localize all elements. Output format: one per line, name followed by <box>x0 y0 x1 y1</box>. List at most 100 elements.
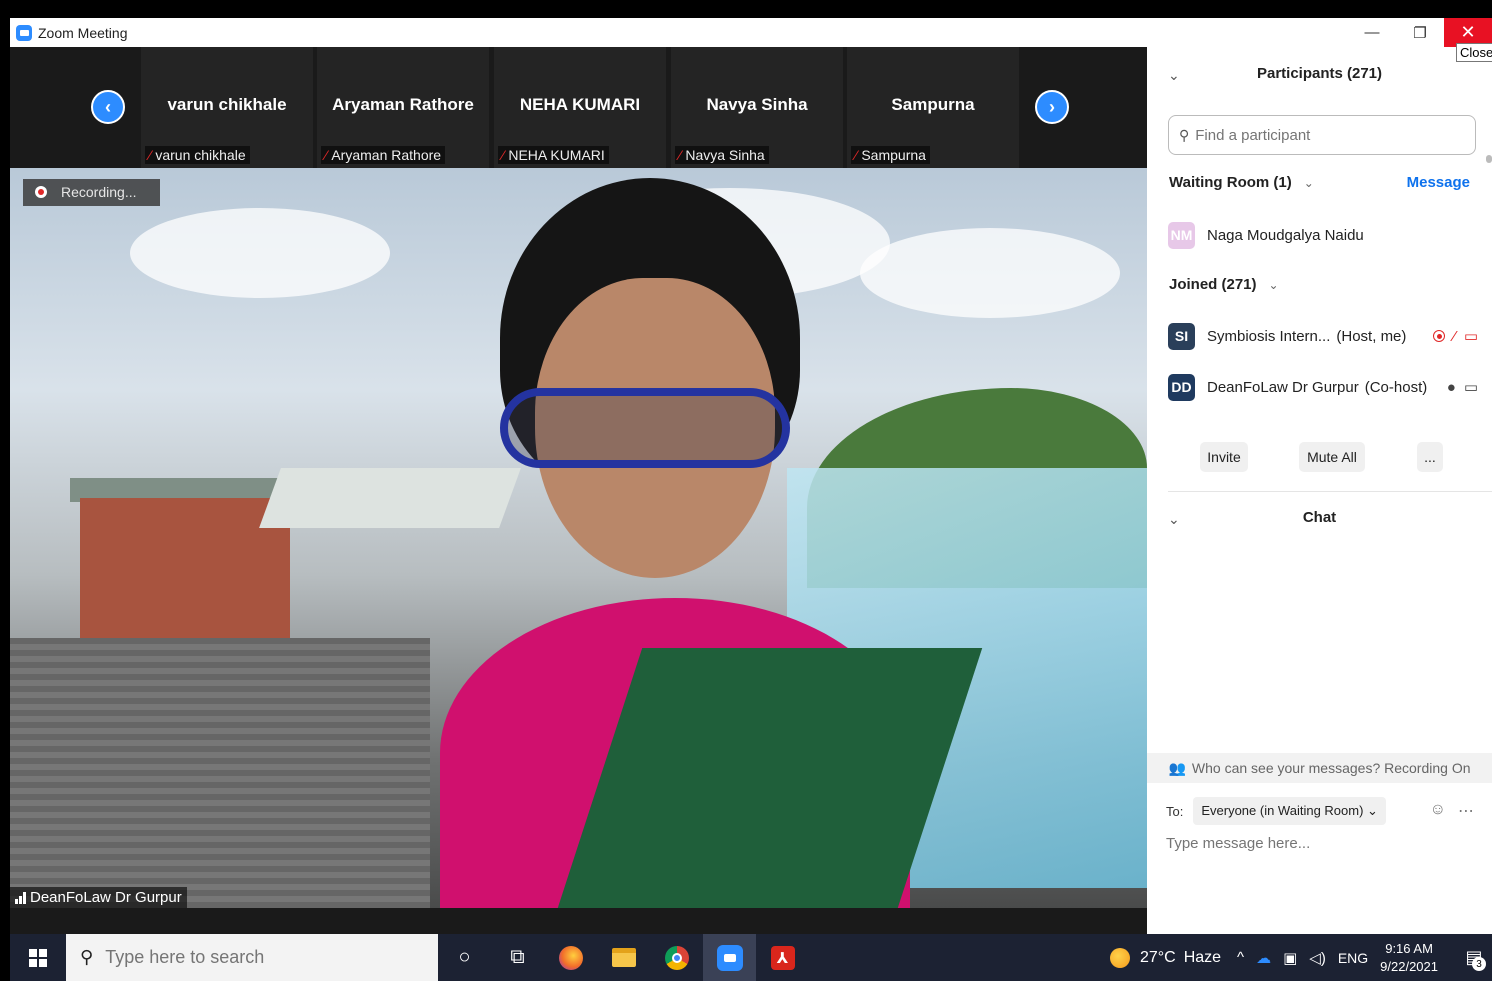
chevron-down-icon: ⌄ <box>1367 803 1378 818</box>
participants-title: Participants (271) <box>1256 65 1383 82</box>
zoom-app-icon[interactable] <box>703 934 756 981</box>
system-clock[interactable]: 9:16 AM 9/22/2021 <box>1380 940 1438 976</box>
video-thumbnail[interactable]: Aryaman Rathore ⁄ Aryaman Rathore <box>317 47 489 168</box>
thumbnail-label: ⁄ Sampurna <box>851 146 930 164</box>
cortana-icon[interactable]: ○ <box>438 934 491 981</box>
weather-description[interactable]: Haze <box>1184 949 1221 967</box>
chevron-up-icon[interactable]: ^ <box>1237 949 1244 966</box>
message-waiting-room-button[interactable]: Message <box>1407 174 1470 191</box>
avatar: NM <box>1168 221 1195 249</box>
chat-info-text: Who can see your messages? Recording On <box>1191 760 1471 776</box>
network-icon[interactable]: ▣ <box>1283 949 1297 967</box>
avatar: DD <box>1168 373 1195 401</box>
video-scene <box>10 638 430 908</box>
people-icon: 👥 <box>1168 759 1186 776</box>
invite-button[interactable]: Invite <box>1200 442 1248 472</box>
window-title: Zoom Meeting <box>38 24 128 41</box>
mic-muted-icon[interactable]: ⁄ <box>1453 328 1456 345</box>
divider <box>1168 491 1492 492</box>
mute-all-button[interactable]: Mute All <box>1299 442 1365 472</box>
zoom-logo-icon <box>16 24 32 41</box>
video-scene <box>80 498 290 638</box>
chrome-app-icon[interactable] <box>650 934 703 981</box>
side-panel: ⌄ Participants (271) ⚲ Waiting Room (1) … <box>1147 47 1492 934</box>
emoji-icon[interactable]: ☺ <box>1430 801 1446 821</box>
recording-icon <box>1433 330 1446 342</box>
speaker-person <box>440 168 983 908</box>
video-thumbnail[interactable]: Sampurna ⁄ Sampurna <box>847 47 1019 168</box>
thumbnail-name: varun chikhale <box>167 95 287 114</box>
participant-row[interactable]: DD DeanFoLaw Dr Gurpur (Co-host) ● ▭ <box>1168 372 1478 402</box>
minimize-button[interactable]: — <box>1348 18 1396 47</box>
window-title-bar: Zoom Meeting — ❐ ✕ <box>10 18 1492 47</box>
mic-muted-icon: ⁄ <box>679 147 682 163</box>
chevron-left-icon: ‹ <box>105 96 111 117</box>
thumbnail-label-text: Navya Sinha <box>685 147 765 163</box>
more-icon[interactable]: ⋯ <box>1458 801 1474 821</box>
prev-page-button[interactable]: ‹ <box>91 90 125 124</box>
chat-recipient-value: Everyone (in Waiting Room) <box>1201 803 1364 818</box>
restore-button[interactable]: ❐ <box>1396 18 1444 47</box>
chat-message-input[interactable] <box>1166 835 1476 852</box>
recording-indicator[interactable]: Recording... <box>23 179 161 206</box>
participant-status-icons: ⁄ ▭ <box>1433 327 1478 345</box>
participant-row[interactable]: SI Symbiosis Intern... (Host, me) ⁄ ▭ <box>1168 321 1478 351</box>
chat-tools: ☺ ⋯ <box>1430 801 1474 821</box>
chat-visibility-info[interactable]: 👥 Who can see your messages? Recording O… <box>1147 753 1492 783</box>
volume-icon[interactable]: ◁) <box>1309 949 1326 967</box>
mic-muted-icon: ⁄ <box>855 147 858 163</box>
participant-role: (Co-host) <box>1364 378 1428 396</box>
search-icon: ⚲ <box>1179 126 1190 143</box>
notifications-button[interactable]: ▤ 3 <box>1456 934 1492 981</box>
thumbnail-name: NEHA KUMARI <box>519 95 641 114</box>
next-page-button[interactable]: › <box>1035 90 1069 124</box>
chevron-down-icon: ⌄ <box>1268 277 1279 292</box>
joined-header[interactable]: Joined (271) ⌄ <box>1169 276 1279 293</box>
waiting-room-header[interactable]: Waiting Room (1) ⌄ <box>1169 174 1314 191</box>
task-view-icon[interactable]: ⧉ <box>491 934 544 981</box>
file-explorer-app-icon[interactable] <box>597 934 650 981</box>
participant-status-icons: ● ▭ <box>1447 378 1478 397</box>
acrobat-app-icon[interactable]: ⅄ <box>756 934 809 981</box>
video-thumbnail[interactable]: Navya Sinha ⁄ Navya Sinha <box>671 47 843 168</box>
thumbnail-label: ⁄ Aryaman Rathore <box>321 146 446 164</box>
onedrive-icon[interactable]: ☁ <box>1256 949 1271 967</box>
notification-count: 3 <box>1472 957 1486 971</box>
chat-recipient-row: To: Everyone (in Waiting Room) ⌄ <box>1166 797 1386 825</box>
video-thumbnail[interactable]: varun chikhale ⁄ varun chikhale <box>141 47 313 168</box>
taskbar-search-input[interactable] <box>105 947 406 968</box>
mic-icon[interactable]: ● <box>1447 379 1456 396</box>
taskbar-search[interactable]: ⚲ <box>66 934 438 981</box>
participants-scrollbar[interactable] <box>1486 155 1492 425</box>
participant-search-input[interactable] <box>1195 126 1456 144</box>
firefox-app-icon[interactable] <box>544 934 597 981</box>
participant-row[interactable]: NM Naga Moudgalya Naidu <box>1168 220 1478 250</box>
signal-strength-icon <box>15 891 26 904</box>
start-button[interactable] <box>10 934 66 981</box>
participant-name: Naga Moudgalya Naidu <box>1207 226 1364 244</box>
waiting-room-heading: Waiting Room (1) <box>1169 174 1292 191</box>
video-camera-icon[interactable]: ▭ <box>1464 378 1478 396</box>
thumbnail-label-text: varun chikhale <box>155 147 246 163</box>
thumbnail-name: Sampurna <box>891 95 975 114</box>
video-thumbnail[interactable]: NEHA KUMARI ⁄ NEHA KUMARI <box>494 47 666 168</box>
participant-search[interactable]: ⚲ <box>1168 115 1476 155</box>
active-speaker-video[interactable]: Recording... DeanFoLaw Dr Gurpur <box>10 168 1147 908</box>
weather-icon[interactable] <box>1109 947 1130 968</box>
video-off-icon[interactable]: ▭ <box>1464 327 1478 345</box>
search-icon: ⚲ <box>80 947 94 967</box>
input-language[interactable]: ENG <box>1338 950 1368 966</box>
chat-recipient-select[interactable]: Everyone (in Waiting Room) ⌄ <box>1193 797 1386 825</box>
recording-text: Recording... <box>61 184 137 200</box>
chat-title: Chat <box>1302 509 1337 526</box>
clock-date: 9/22/2021 <box>1380 958 1438 974</box>
weather-temperature[interactable]: 27°C <box>1140 949 1176 967</box>
participant-name: DeanFoLaw Dr Gurpur <box>1207 378 1359 396</box>
speaker-name-label: DeanFoLaw Dr Gurpur <box>10 887 187 908</box>
record-icon <box>35 186 47 198</box>
thumbnail-label-text: NEHA KUMARI <box>508 147 605 163</box>
windows-logo-icon <box>29 948 47 967</box>
more-options-button[interactable]: ... <box>1417 442 1443 472</box>
chat-to-label: To: <box>1166 803 1184 819</box>
thumbnail-label: ⁄ Navya Sinha <box>675 146 769 164</box>
